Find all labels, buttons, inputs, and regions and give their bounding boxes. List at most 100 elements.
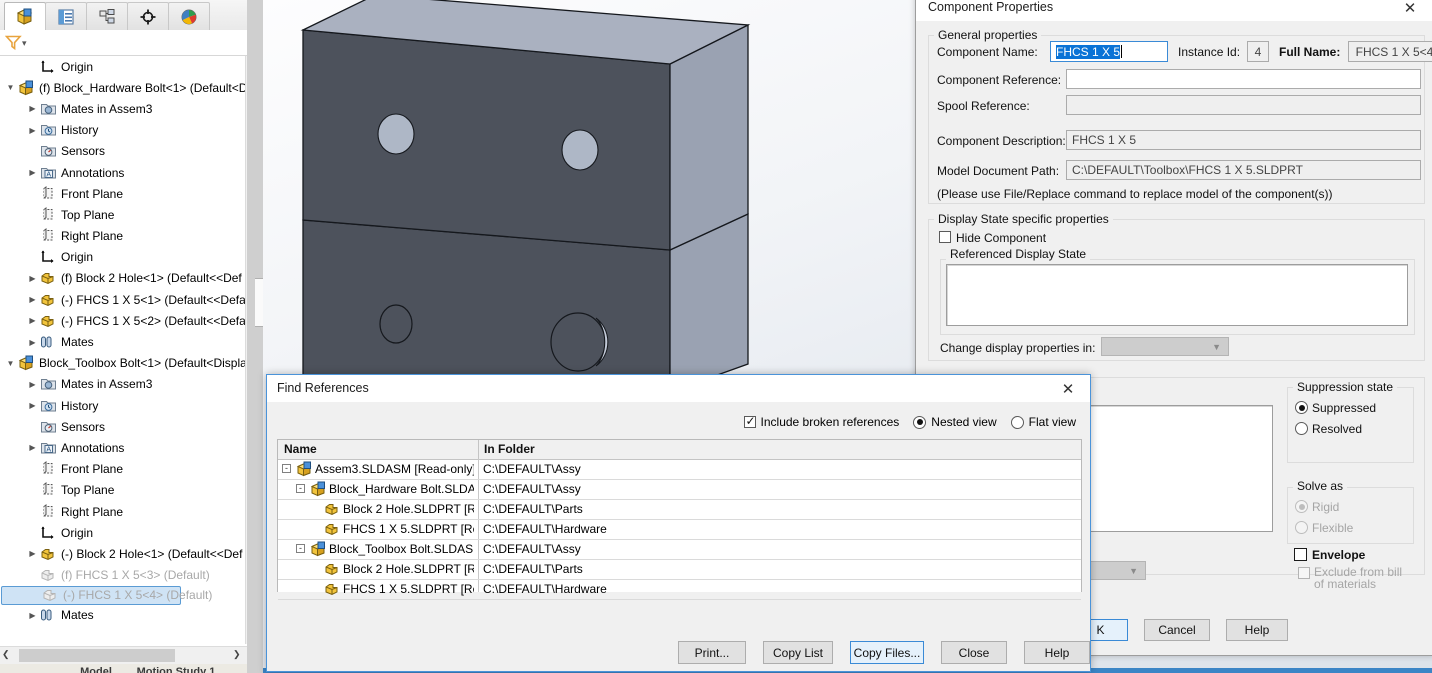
- block-assembly-3d-model[interactable]: [278, 0, 978, 392]
- table-row[interactable]: FHCS 1 X 5.SLDPRT [Read-C:\DEFAULT\Hardw…: [278, 519, 1081, 540]
- chevron-right-icon[interactable]: ▶: [26, 549, 39, 558]
- expander-icon[interactable]: -: [296, 484, 305, 493]
- tree-item-1[interactable]: ▼(f) Block_Hardware Bolt<1> (Default<D: [0, 77, 245, 98]
- document-tabs[interactable]: Model Motion Study 1: [0, 664, 263, 673]
- tree-item-14[interactable]: ▼Block_Toolbox Bolt<1> (Default<Displа: [0, 353, 245, 374]
- filter-dropdown-arrow[interactable]: ▾: [22, 38, 27, 49]
- references-table[interactable]: Name In Folder -Assem3.SLDASM [Read-only…: [277, 439, 1082, 592]
- copy-files-button[interactable]: Copy Files...: [850, 641, 924, 664]
- component-description-input[interactable]: FHCS 1 X 5: [1066, 130, 1421, 150]
- help-button[interactable]: Help: [1024, 641, 1090, 664]
- chevron-right-icon[interactable]: ▶: [26, 168, 39, 177]
- help-button[interactable]: Help: [1226, 619, 1288, 641]
- panel-splitter[interactable]: [247, 0, 263, 673]
- configuration-manager-tab[interactable]: [86, 2, 128, 31]
- filter-icon[interactable]: [5, 34, 22, 51]
- chevron-right-icon[interactable]: ▶: [26, 443, 39, 452]
- tree-item-9[interactable]: Origin: [0, 247, 245, 268]
- chevron-right-icon[interactable]: ▶: [26, 380, 39, 389]
- hide-component-checkbox[interactable]: [939, 231, 951, 243]
- find-references-titlebar[interactable]: Find References ✕: [267, 375, 1090, 402]
- change-display-properties-select[interactable]: ▼: [1101, 337, 1229, 356]
- expander-icon[interactable]: -: [282, 464, 291, 473]
- tree-item-22[interactable]: Origin: [0, 522, 245, 543]
- component-properties-titlebar[interactable]: Component Properties ✕: [916, 0, 1432, 21]
- tree-item-21[interactable]: Right Plane: [0, 501, 245, 522]
- copy-list-button[interactable]: Copy List: [763, 641, 833, 664]
- chevron-right-icon[interactable]: ▶: [26, 126, 39, 135]
- tree-item-24[interactable]: (f) FHCS 1 X 5<3> (Default): [0, 565, 245, 586]
- display-manager-tab[interactable]: [168, 2, 210, 31]
- tree-item-11[interactable]: ▶(-) FHCS 1 X 5<1> (Default<<Defa: [0, 289, 245, 310]
- tree-item-4[interactable]: Sensors: [0, 141, 245, 162]
- chevron-right-icon[interactable]: ▶: [26, 316, 39, 325]
- tree-item-12[interactable]: ▶(-) FHCS 1 X 5<2> (Default<<Defa: [0, 310, 245, 331]
- dimxpert-manager-tab[interactable]: [127, 2, 169, 31]
- feature-tree[interactable]: Origin▼(f) Block_Hardware Bolt<1> (Defau…: [0, 56, 245, 644]
- include-broken-references-option[interactable]: ✓ Include broken references: [744, 415, 900, 429]
- chevron-right-icon[interactable]: ▶: [26, 338, 39, 347]
- chevron-down-icon[interactable]: ▼: [4, 83, 17, 92]
- flat-view-option[interactable]: Flat view: [1011, 415, 1076, 429]
- envelope-checkbox[interactable]: [1294, 548, 1307, 561]
- tree-item-3[interactable]: ▶History: [0, 120, 245, 141]
- tree-item-7[interactable]: Top Plane: [0, 204, 245, 225]
- tree-item-8[interactable]: Right Plane: [0, 226, 245, 247]
- nested-view-option[interactable]: Nested view: [913, 415, 996, 429]
- column-header-in-folder[interactable]: In Folder: [484, 442, 535, 456]
- table-row[interactable]: -Block_Toolbox Bolt.SLDASMC:\DEFAULT\Ass…: [278, 539, 1081, 560]
- chevron-right-icon[interactable]: ▶: [26, 274, 39, 283]
- resolved-radio[interactable]: [1295, 422, 1308, 435]
- component-name-input[interactable]: FHCS 1 X 5: [1050, 41, 1168, 62]
- tab-model[interactable]: Model: [72, 664, 120, 673]
- close-icon[interactable]: ✕: [1054, 378, 1082, 399]
- referenced-display-state-list[interactable]: [946, 264, 1408, 326]
- tree-item-6[interactable]: Front Plane: [0, 183, 245, 204]
- tree-item-26[interactable]: ▶Mates: [0, 605, 245, 626]
- feature-tree-filter-bar[interactable]: ▾: [0, 30, 263, 56]
- tree-item-13[interactable]: ▶Mates: [0, 331, 245, 352]
- scroll-left-arrow[interactable]: ❮: [2, 649, 10, 660]
- tree-item-2[interactable]: ▶Mates in Assem3: [0, 98, 245, 119]
- column-header-name[interactable]: Name: [284, 442, 317, 456]
- property-manager-tab[interactable]: [45, 2, 87, 31]
- hscroll-thumb[interactable]: [19, 649, 175, 662]
- row-folder: C:\DEFAULT\Hardware: [483, 582, 607, 596]
- tree-item-19[interactable]: Front Plane: [0, 459, 245, 480]
- feature-tree-hscrollbar[interactable]: ❮ ❯: [0, 646, 247, 664]
- suppressed-radio[interactable]: [1295, 401, 1308, 414]
- column-divider[interactable]: [478, 440, 479, 459]
- table-row[interactable]: Block 2 Hole.SLDPRT [ReadC:\DEFAULT\Part…: [278, 499, 1081, 520]
- flat-view-radio[interactable]: [1011, 416, 1024, 429]
- table-row[interactable]: -Block_Hardware Bolt.SLDASC:\DEFAULT\Ass…: [278, 479, 1081, 500]
- chevron-right-icon[interactable]: ▶: [26, 401, 39, 410]
- feature-manager-tab[interactable]: [4, 2, 46, 31]
- table-row[interactable]: FHCS 1 X 5.SLDPRT [Read-C:\DEFAULT\Hardw…: [278, 579, 1081, 600]
- component-reference-input[interactable]: [1066, 69, 1421, 89]
- table-row[interactable]: -Assem3.SLDASM [Read-only]C:\DEFAULT\Ass…: [278, 459, 1081, 480]
- close-icon[interactable]: ✕: [1395, 0, 1425, 19]
- tree-item-10[interactable]: ▶(f) Block 2 Hole<1> (Default<<Def: [0, 268, 245, 289]
- close-button[interactable]: Close: [941, 641, 1007, 664]
- chevron-right-icon[interactable]: ▶: [26, 104, 39, 113]
- tab-motion-study[interactable]: Motion Study 1: [128, 664, 224, 673]
- include-broken-references-checkbox[interactable]: ✓: [744, 416, 756, 428]
- tree-item-25[interactable]: (-) FHCS 1 X 5<4> (Default): [1, 586, 181, 605]
- expander-icon[interactable]: -: [296, 544, 305, 553]
- chevron-right-icon[interactable]: ▶: [26, 295, 39, 304]
- tree-item-16[interactable]: ▶History: [0, 395, 245, 416]
- tree-item-23[interactable]: ▶(-) Block 2 Hole<1> (Default<<Def: [0, 543, 245, 564]
- cancel-button[interactable]: Cancel: [1144, 619, 1210, 641]
- tree-item-20[interactable]: Top Plane: [0, 480, 245, 501]
- table-row[interactable]: Block 2 Hole.SLDPRT [ReadC:\DEFAULT\Part…: [278, 559, 1081, 580]
- tree-item-15[interactable]: ▶Mates in Assem3: [0, 374, 245, 395]
- scroll-right-arrow[interactable]: ❯: [233, 649, 241, 660]
- tree-item-18[interactable]: ▶AAnnotations: [0, 437, 245, 458]
- chevron-down-icon[interactable]: ▼: [4, 359, 17, 368]
- print-button[interactable]: Print...: [678, 641, 746, 664]
- tree-item-5[interactable]: ▶AAnnotations: [0, 162, 245, 183]
- chevron-right-icon[interactable]: ▶: [26, 611, 39, 620]
- tree-item-0[interactable]: Origin: [0, 56, 245, 77]
- tree-item-17[interactable]: Sensors: [0, 416, 245, 437]
- nested-view-radio[interactable]: [913, 416, 926, 429]
